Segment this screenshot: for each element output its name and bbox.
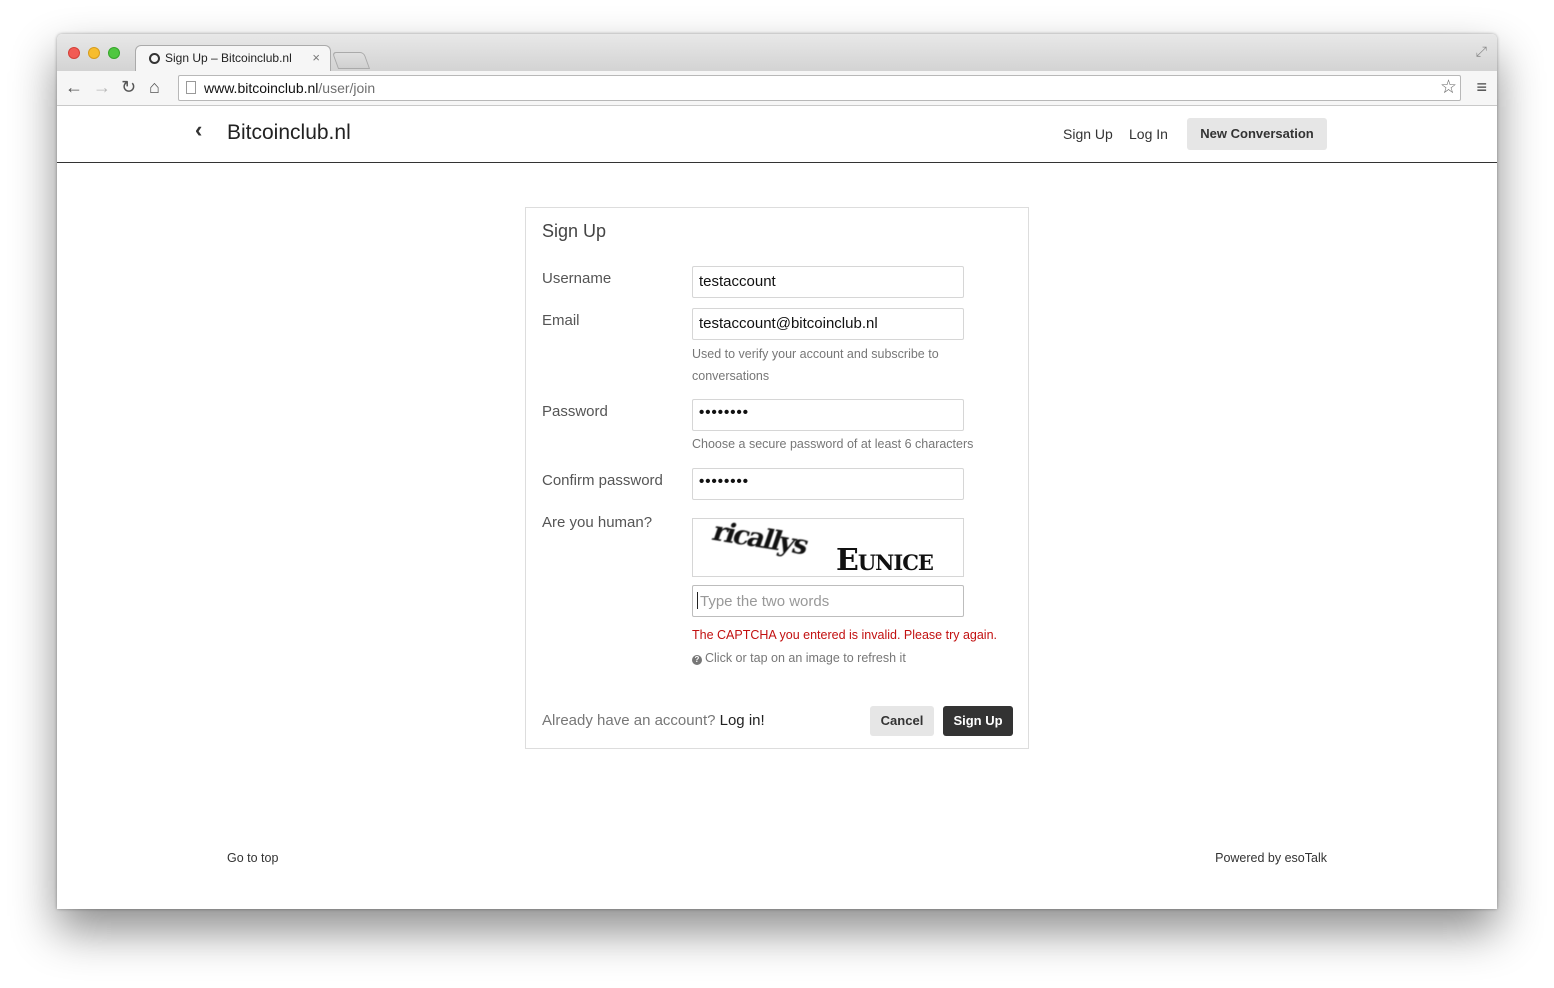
address-bar[interactable]: www.bitcoinclub.nl/user/join ☆	[178, 75, 1461, 101]
tab-strip: Sign Up – Bitcoinclub.nl × ⤢	[57, 34, 1497, 72]
login-link[interactable]: Log in!	[720, 712, 765, 729]
email-input[interactable]: testaccount@bitcoinclub.nl	[692, 308, 964, 340]
powered-by: Powered by esoTalk	[1215, 851, 1327, 865]
minimize-window-button[interactable]	[88, 47, 100, 59]
signup-sheet: Sign Up Username testaccount Email testa…	[525, 207, 1029, 749]
signup-submit-button[interactable]: Sign Up	[943, 706, 1013, 736]
header-signup-link[interactable]: Sign Up	[1063, 126, 1113, 142]
human-label: Are you human?	[542, 514, 653, 531]
tab-close-icon[interactable]: ×	[312, 50, 320, 65]
sheet-title: Sign Up	[542, 221, 607, 241]
browser-window: Sign Up – Bitcoinclub.nl × ⤢ ← → ↻ ⌂ www…	[57, 34, 1497, 909]
url-path: /user/join	[318, 80, 376, 96]
captcha-input[interactable]: Type the two words	[692, 585, 964, 617]
reload-icon[interactable]: ↻	[121, 76, 136, 98]
captcha-word-2: Eunice	[836, 543, 934, 577]
password-input[interactable]: ••••••••	[692, 399, 964, 431]
powered-by-text: Powered by	[1215, 851, 1282, 865]
page-icon	[186, 81, 196, 94]
captcha-error: The CAPTCHA you entered is invalid. Plea…	[692, 628, 998, 642]
captcha-image[interactable]: ricallys Eunice	[692, 518, 964, 577]
already-have-account: Already have an account? Log in!	[542, 712, 765, 729]
home-icon[interactable]: ⌂	[149, 76, 160, 98]
fullscreen-icon[interactable]: ⤢	[1476, 43, 1487, 60]
forward-arrow-icon[interactable]: →	[93, 76, 111, 98]
bookmark-star-icon[interactable]: ☆	[1440, 76, 1457, 99]
captcha-hint-text: Click or tap on an image to refresh it	[705, 651, 906, 665]
chevron-left-icon[interactable]: ‹	[195, 117, 202, 143]
url-text[interactable]: www.bitcoinclub.nl/user/join	[204, 80, 375, 96]
site-title[interactable]: Bitcoinclub.nl	[227, 121, 351, 145]
browser-menu-icon[interactable]: ≡	[1476, 77, 1487, 98]
header-login-link[interactable]: Log In	[1129, 126, 1168, 142]
captcha-hint: ? Click or tap on an image to refresh it	[692, 647, 982, 669]
confirm-password-input[interactable]: ••••••••	[692, 468, 964, 500]
close-window-button[interactable]	[68, 47, 80, 59]
email-help: Used to verify your account and subscrib…	[692, 347, 939, 383]
browser-toolbar: ← → ↻ ⌂ www.bitcoinclub.nl/user/join ☆ ≡	[57, 71, 1497, 106]
text-caret	[697, 592, 698, 609]
back-arrow-icon[interactable]: ←	[65, 76, 83, 98]
already-text: Already have an account?	[542, 712, 716, 729]
favicon-icon	[149, 53, 160, 64]
confirm-password-label: Confirm password	[542, 472, 663, 489]
tab-title: Sign Up – Bitcoinclub.nl	[165, 51, 292, 65]
password-label: Password	[542, 403, 608, 420]
cancel-button[interactable]: Cancel	[870, 706, 934, 736]
question-circle-icon: ?	[692, 655, 702, 665]
tab-sign-up[interactable]: Sign Up – Bitcoinclub.nl ×	[135, 45, 331, 71]
new-conversation-button[interactable]: New Conversation	[1187, 118, 1327, 150]
page-content: ‹ Bitcoinclub.nl Sign Up Log In New Conv…	[57, 106, 1497, 909]
username-input[interactable]: testaccount	[692, 266, 964, 298]
captcha-word-1: ricallys	[708, 518, 812, 561]
captcha-placeholder: Type the two words	[700, 593, 830, 610]
new-tab-button[interactable]	[331, 52, 371, 69]
go-to-top-link[interactable]: Go to top	[227, 851, 278, 865]
site-header: ‹ Bitcoinclub.nl Sign Up Log In New Conv…	[57, 106, 1497, 163]
zoom-window-button[interactable]	[108, 47, 120, 59]
email-label: Email	[542, 312, 580, 329]
esotalk-link[interactable]: esoTalk	[1285, 851, 1327, 865]
url-domain: www.bitcoinclub.nl	[204, 80, 319, 96]
password-help: Choose a secure password of at least 6 c…	[692, 437, 974, 451]
username-label: Username	[542, 270, 612, 287]
